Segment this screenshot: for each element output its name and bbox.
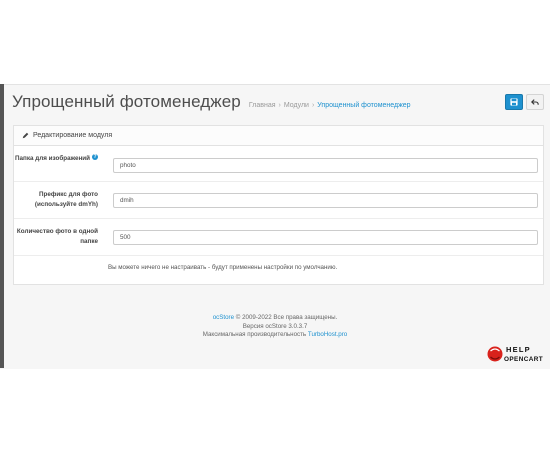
count-input[interactable]: 500 xyxy=(113,230,538,245)
folder-input[interactable]: photo xyxy=(113,158,538,173)
turbohost-link[interactable]: TurboHost.pro xyxy=(308,331,347,338)
form-row-folder: Папка для изображений? photo xyxy=(14,146,543,182)
save-button[interactable] xyxy=(505,94,523,110)
prefix-input[interactable]: dmih xyxy=(113,193,538,208)
breadcrumb-modules[interactable]: Модули xyxy=(284,102,309,109)
footer-copyright: ocStore © 2009-2022 Все права защищены. xyxy=(212,314,338,321)
back-button[interactable] xyxy=(526,94,544,110)
back-arrow-icon xyxy=(531,99,539,105)
breadcrumb-separator: › xyxy=(311,102,315,109)
breadcrumb: Главная › Модули › Упрощенный фотоменеджер xyxy=(249,102,411,109)
question-icon[interactable]: ? xyxy=(92,154,98,161)
save-icon xyxy=(510,98,518,106)
footer-performance: Максимальная производительность TurboHos… xyxy=(202,331,348,338)
breadcrumb-current[interactable]: Упрощенный фотоменеджер xyxy=(317,102,410,109)
logo-line2: OPENCART xyxy=(504,356,543,363)
breadcrumb-separator: › xyxy=(278,102,281,109)
panel-heading: Редактирование модуля xyxy=(14,126,543,146)
help-opencart-logo: HELP OPENCART xyxy=(487,343,545,365)
pencil-icon xyxy=(22,132,29,139)
edit-module-panel: Редактирование модуля Папка для изображе… xyxy=(13,125,544,285)
folder-label: Папка для изображений? xyxy=(14,154,98,162)
form-row-prefix: Префикс для фото (используйте dmYh) dmih xyxy=(14,182,543,219)
page-title: Упрощенный фотоменеджер xyxy=(12,92,241,111)
count-label: Количество фото в одной папке xyxy=(16,228,98,245)
form-row-count: Количество фото в одной папке 500 xyxy=(14,219,543,256)
logo-line1: HELP xyxy=(506,345,531,354)
prefix-label: Префикс для фото (используйте dmYh) xyxy=(34,191,98,208)
page-header: Упрощенный фотоменеджер Главная › Модули › У… xyxy=(12,92,411,114)
panel-heading-text: Редактирование модуля xyxy=(33,132,113,139)
ocstore-link[interactable]: ocStore xyxy=(213,314,234,321)
breadcrumb-home[interactable]: Главная xyxy=(249,102,276,109)
settings-note: Вы можете ничего не настраивать - будут … xyxy=(108,264,338,271)
